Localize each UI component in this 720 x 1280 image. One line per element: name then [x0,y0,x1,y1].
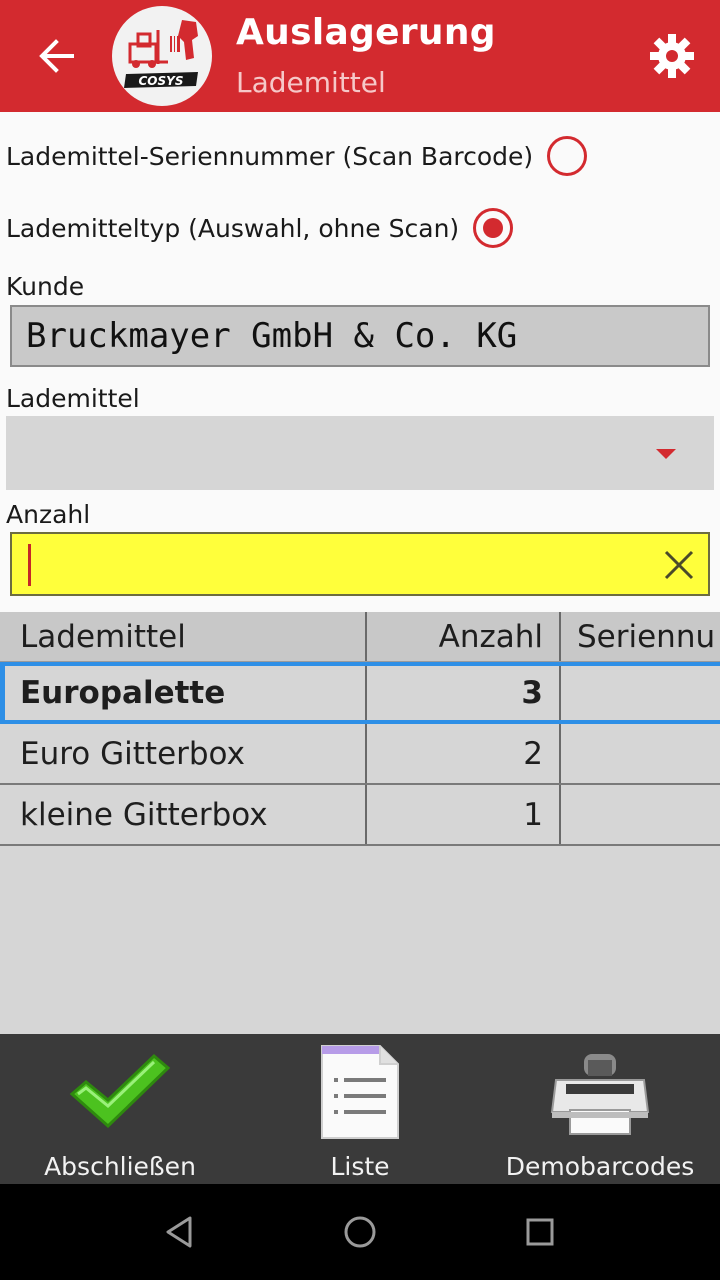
app-bar: COSYS Auslagerung Lademittel [0,0,720,112]
header-anzahl: Anzahl [367,612,561,661]
radio-option-serial[interactable]: Lademittel-Seriennummer (Scan Barcode) [6,136,588,176]
nav-back-icon[interactable] [156,1208,204,1256]
radio-serial[interactable] [547,136,588,176]
radio-option-type[interactable]: Lademitteltyp (Auswahl, ohne Scan) [6,208,514,248]
close-icon[interactable] [660,546,698,584]
anzahl-label: Anzahl [6,500,91,529]
lademittel-dropdown[interactable] [6,416,714,490]
header-lademittel: Lademittel [0,612,367,661]
table-row[interactable]: Euro Gitterbox 2 [0,724,720,785]
finish-button[interactable]: Abschließen [0,1034,240,1184]
radio-type[interactable] [473,208,514,248]
page-subtitle: Lademittel [236,66,386,99]
radio-option-serial-label: Lademittel-Seriennummer (Scan Barcode) [6,141,534,171]
header-seriennummer: Seriennu [577,618,716,655]
bottom-toolbar: Abschließen Liste Demobarcodes [0,1034,720,1184]
row-serie [561,666,720,720]
list-label: Liste [330,1152,390,1181]
settings-button[interactable] [646,30,698,82]
row-serie [561,724,720,783]
row-lademittel: kleine Gitterbox [0,785,367,844]
back-button[interactable] [20,30,92,82]
row-anzahl: 2 [367,724,561,783]
demobarcodes-label: Demobarcodes [505,1152,695,1181]
nav-recents-icon[interactable] [516,1208,564,1256]
dropdown-arrow-icon [656,449,676,459]
kunde-label: Kunde [6,272,85,301]
lademittel-label: Lademittel [6,384,140,413]
row-lademittel: Euro Gitterbox [0,724,367,783]
printer-icon [550,1054,650,1135]
table-row[interactable]: Europalette 3 [0,662,720,724]
radio-option-type-label: Lademitteltyp (Auswahl, ohne Scan) [6,213,460,243]
kunde-field: Bruckmayer GmbH & Co. KG [10,305,710,367]
checkmark-icon [69,1053,171,1129]
demobarcodes-button[interactable]: Demobarcodes [480,1034,720,1184]
gear-icon [650,34,694,78]
app-logo: COSYS [112,6,212,106]
table-row[interactable]: kleine Gitterbox 1 [0,785,720,846]
anzahl-input[interactable] [10,532,710,596]
page-title: Auslagerung [236,12,496,53]
table-header: Lademittel Anzahl Seriennu [0,612,720,662]
row-serie [561,785,720,844]
row-anzahl: 3 [367,666,561,720]
arrow-left-icon [39,39,74,73]
logo-wordmark: COSYS [139,74,184,88]
finish-label: Abschließen [44,1152,196,1181]
list-button[interactable]: Liste [240,1034,480,1184]
lademittel-table: Lademittel Anzahl Seriennu Europalette 3… [0,612,720,1034]
system-nav-bar [0,1184,720,1280]
text-cursor [28,544,31,586]
row-lademittel: Europalette [0,666,367,720]
nav-home-icon[interactable] [336,1208,384,1256]
document-list-icon [321,1045,399,1139]
row-anzahl: 1 [367,785,561,844]
